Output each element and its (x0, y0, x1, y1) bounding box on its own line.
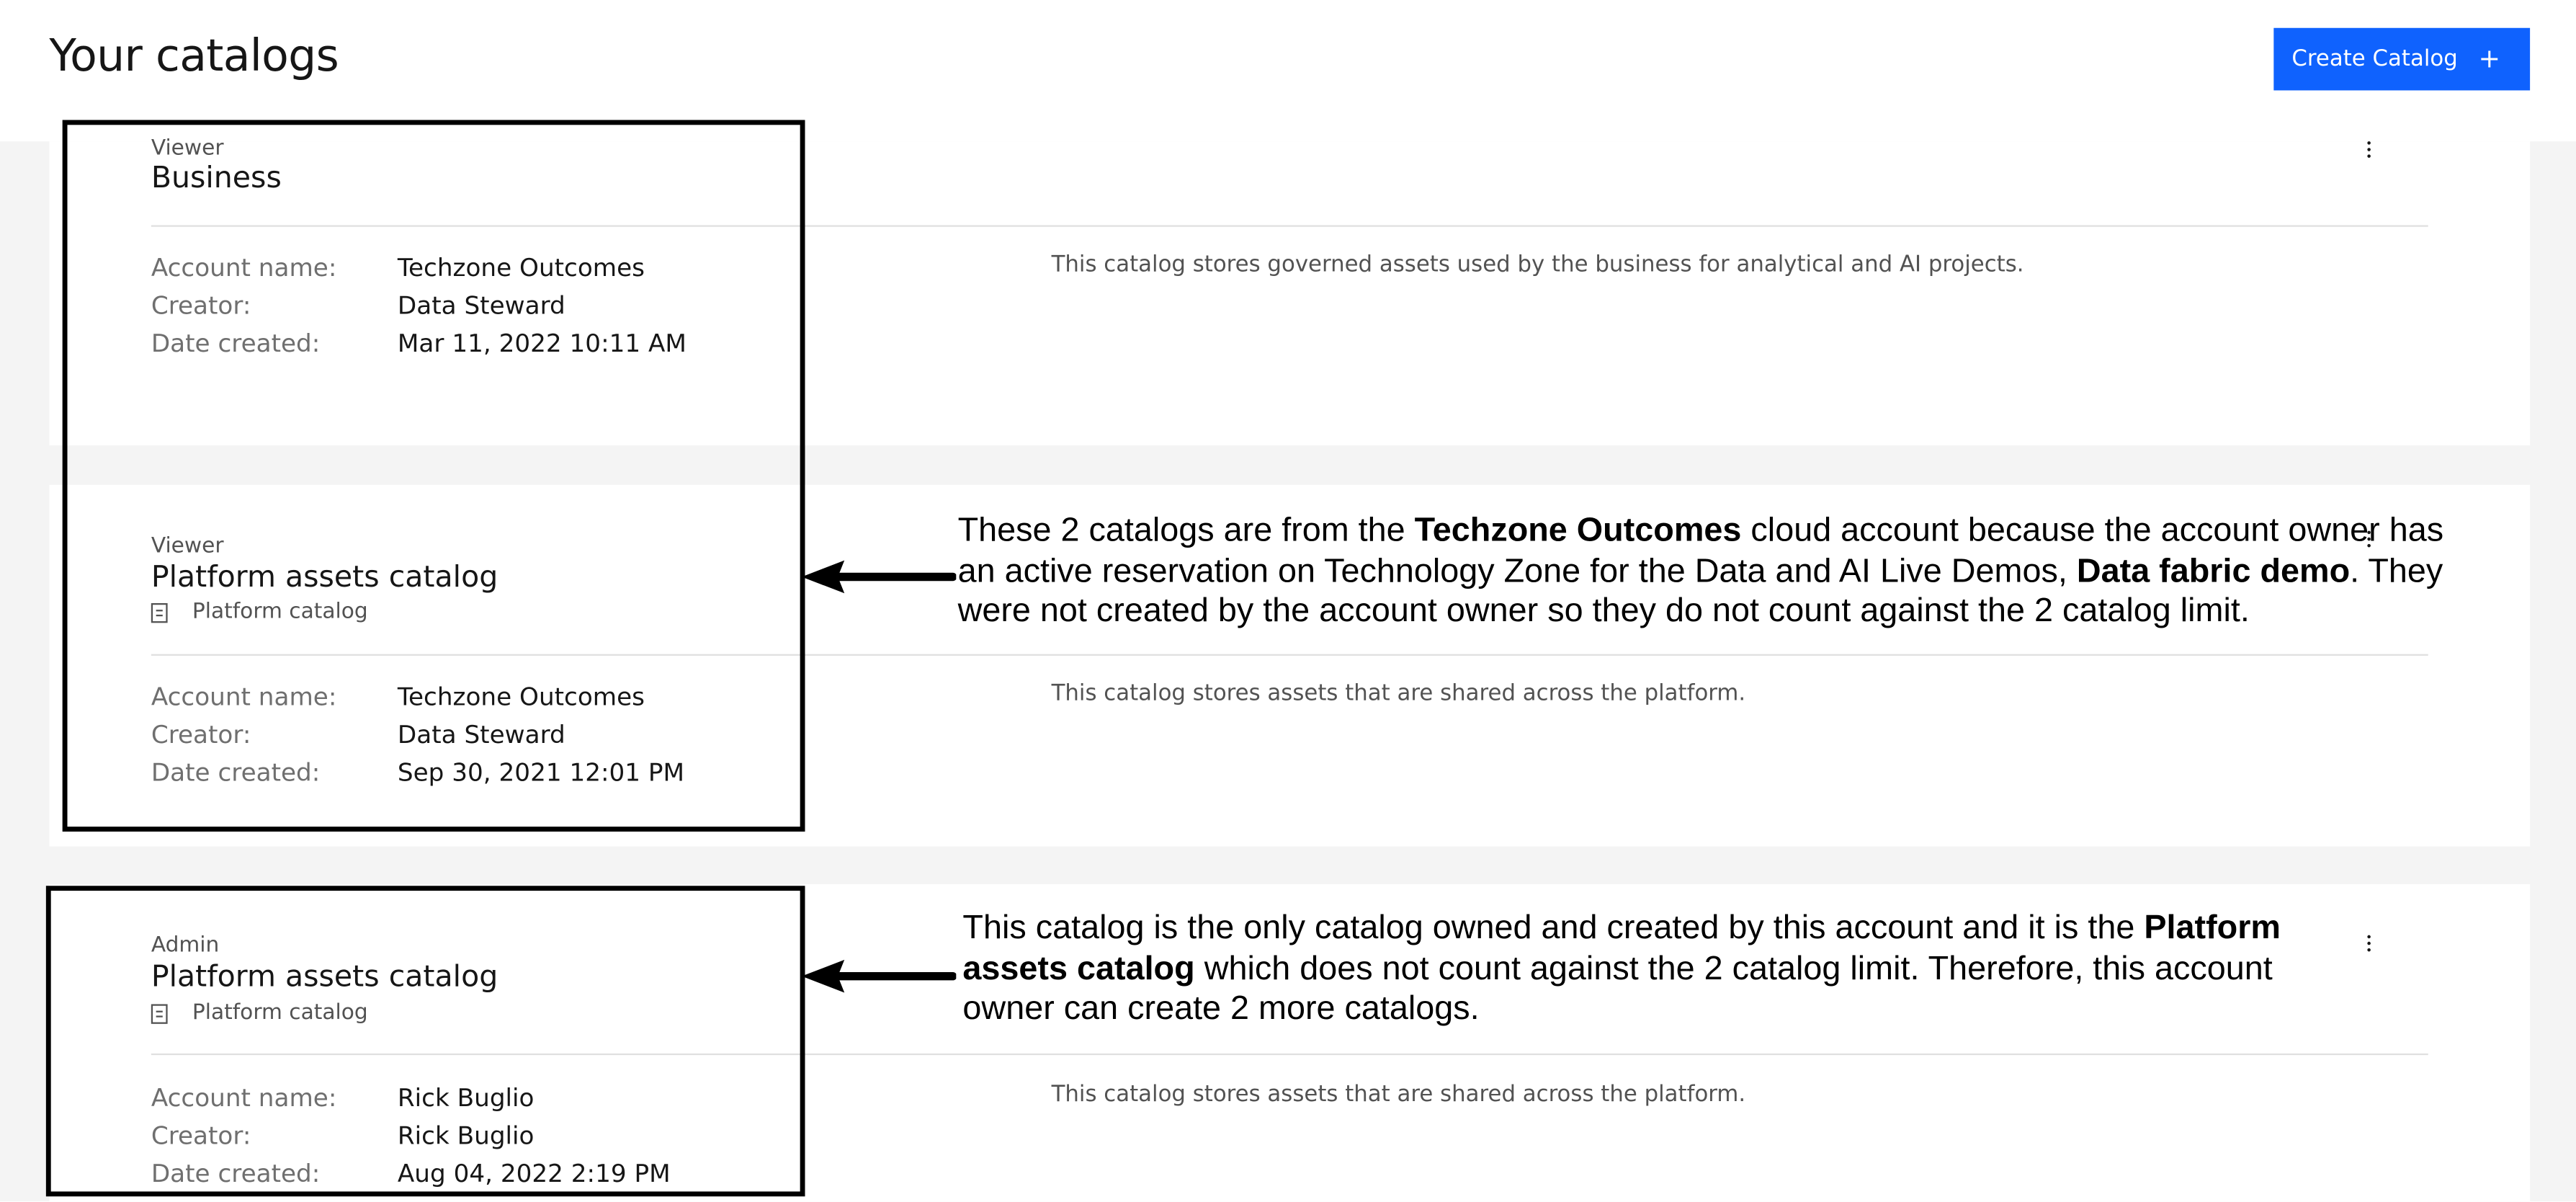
add-icon: + (2478, 43, 2501, 74)
annotation-box-shared-catalogs (62, 120, 805, 832)
annotation-note-owned-catalog: This catalog is the only catalog owned a… (962, 909, 2281, 1028)
annotation-note-shared-catalogs: These 2 catalogs are from the Techzone O… (957, 511, 2444, 630)
catalogs-page: Your catalogs Create Catalog + Viewer Bu… (0, 0, 2576, 1202)
annotation-arrow-2 (801, 959, 957, 993)
catalog-description: This catalog stores governed assets used… (1051, 251, 2024, 278)
catalog-description: This catalog stores assets that are shar… (1051, 680, 1746, 707)
create-catalog-button[interactable]: Create Catalog + (2273, 27, 2531, 91)
catalog-description: This catalog stores assets that are shar… (1051, 1081, 1746, 1108)
overflow-menu-icon[interactable] (2367, 141, 2372, 159)
annotation-arrow-1 (801, 560, 957, 594)
annotation-box-owned-catalog (45, 886, 805, 1197)
create-catalog-label: Create Catalog (2291, 45, 2458, 73)
page-title: Your catalogs (49, 31, 339, 83)
overflow-menu-icon[interactable] (2367, 935, 2372, 953)
